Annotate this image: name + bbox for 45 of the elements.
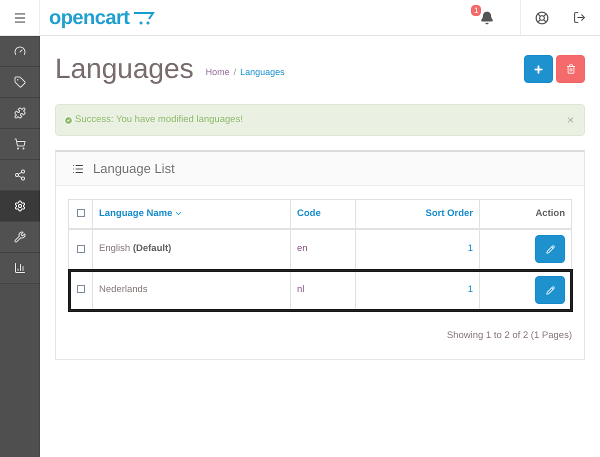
tag-icon [14, 76, 26, 88]
check-circle-icon [64, 116, 73, 124]
plus-icon [533, 64, 544, 74]
dashboard-icon [14, 45, 26, 57]
language-name: English (Default) [99, 243, 172, 254]
bar-chart-icon [14, 262, 26, 274]
pagination-text: Showing 1 to 2 of 2 (1 Pages) [446, 329, 572, 343]
page-title: Languages [55, 52, 194, 86]
edit-button[interactable] [535, 276, 565, 304]
bell-icon[interactable] [480, 10, 494, 24]
menu-icon[interactable] [12, 10, 26, 24]
sort-order: 1 [468, 243, 473, 254]
notification-badge: 1 [471, 4, 482, 16]
edit-button[interactable] [535, 235, 565, 264]
close-button[interactable]: × [566, 111, 574, 129]
add-button[interactable] [524, 55, 553, 83]
column-header-link[interactable]: Sort Order [425, 206, 473, 221]
panel-title: Language List [93, 160, 175, 178]
sort-order: 1 [468, 284, 473, 295]
share-icon [14, 169, 26, 181]
column-header-link[interactable]: Code [297, 206, 321, 221]
logout-icon[interactable] [573, 11, 586, 24]
pencil-icon [546, 244, 554, 254]
delete-button[interactable] [556, 55, 585, 83]
language-code: en [297, 243, 308, 254]
cart-icon [14, 138, 26, 150]
logo: opencart [49, 6, 130, 30]
wrench-icon [14, 231, 26, 243]
breadcrumb-link[interactable]: Languages [240, 66, 285, 80]
language-name: Nederlands [99, 284, 148, 295]
language-code: nl [297, 284, 304, 295]
trash-icon [566, 64, 576, 74]
breadcrumb-separator: / [234, 66, 236, 80]
pencil-icon [546, 286, 554, 294]
help-icon[interactable] [535, 10, 549, 24]
puzzle-icon [14, 107, 26, 119]
row-checkbox[interactable] [76, 244, 84, 253]
column-header: Action [535, 206, 565, 221]
cart-logo-icon [133, 10, 156, 24]
row-checkbox[interactable] [76, 285, 84, 294]
select-all-checkbox[interactable] [76, 209, 84, 218]
sidebar-item[interactable] [0, 191, 40, 222]
settings-icon [14, 200, 26, 212]
breadcrumb-link[interactable]: Home [206, 66, 230, 80]
alert-message: Success: You have modified languages! [75, 112, 243, 127]
